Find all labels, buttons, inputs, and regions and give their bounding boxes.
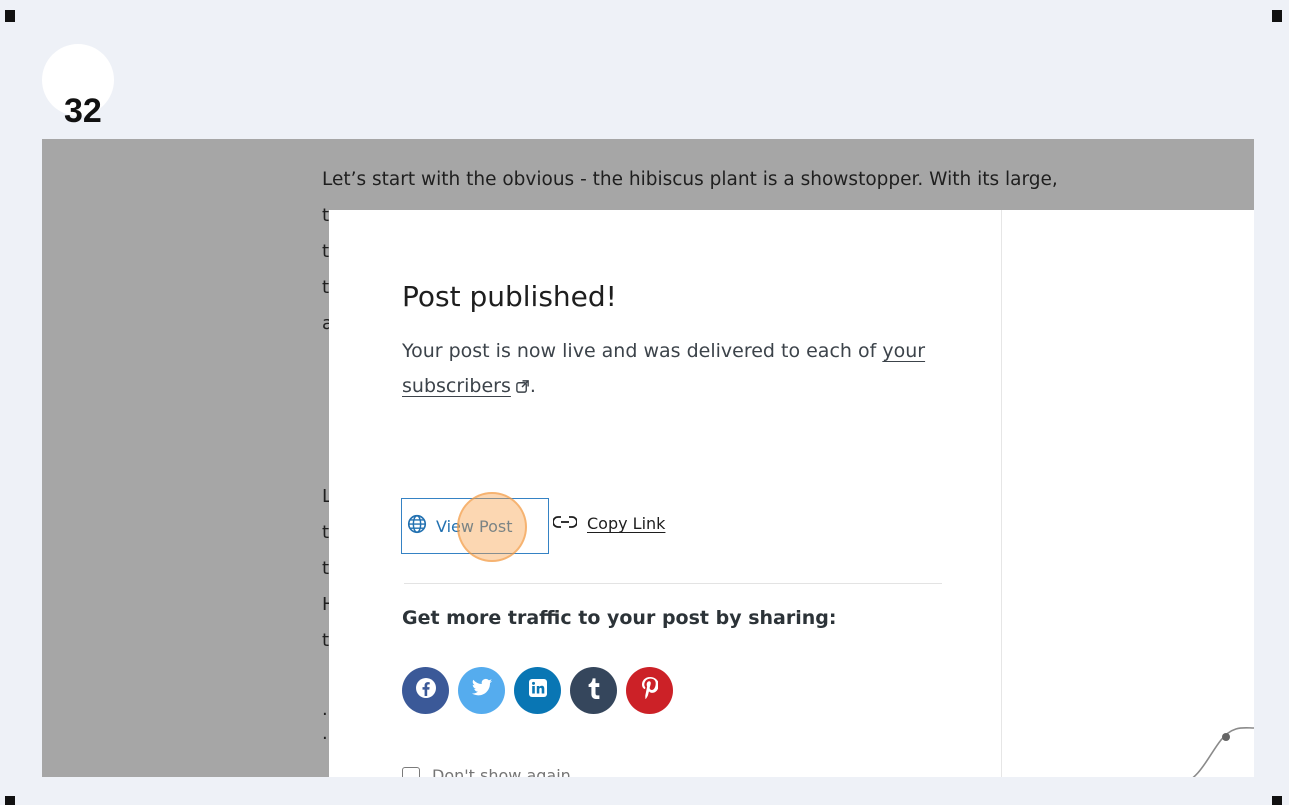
corner-mark-top-right [1272,10,1282,22]
share-heading: Get more traffic to your post by sharing… [402,607,837,629]
twitter-icon [471,678,493,704]
corner-mark-bottom-left [5,796,15,805]
corner-mark-top-left [5,10,15,22]
editor-screenshot: Let’s start with the obvious - the hibis… [42,139,1254,777]
view-post-button[interactable]: View Post [401,498,549,554]
globe-icon [406,513,428,539]
facebook-icon [414,676,438,706]
tumblr-share-button[interactable]: tumblr [570,667,617,714]
copy-link-button[interactable]: Copy Link [552,514,666,533]
facebook-share-button[interactable]: facebook [402,667,449,714]
article-line-start: t [322,241,330,262]
modal-message-end: . [529,375,536,397]
article-line-start: t [322,630,330,651]
decorative-illustration [1169,710,1254,777]
linkedin-share-button[interactable]: linkedin [514,667,561,714]
dont-show-again-row[interactable]: Don't show again [402,766,571,777]
modal-message-text: Your post is now live and was delivered … [402,340,877,362]
external-link-icon [515,371,530,406]
section-separator [404,583,942,584]
article-line-start: . [322,699,328,720]
article-line-start: t [322,205,330,226]
modal-title: Post published! [402,280,617,313]
twitter-share-button[interactable]: twitter [458,667,505,714]
pinterest-share-button[interactable]: pinterest [626,667,673,714]
link-icon [552,514,578,533]
view-post-label: View Post [436,516,513,536]
dont-show-again-checkbox[interactable] [402,766,420,777]
article-line-start: t [322,522,330,543]
social-share-buttons: facebook twitter linkedin tumblr [402,667,673,714]
modal-message: Your post is now live and was delivered … [402,334,962,406]
pinterest-icon [641,676,659,705]
modal-column-divider [1001,210,1002,777]
dont-show-again-label: Don't show again [432,766,571,777]
article-first-line: Let’s start with the obvious - the hibis… [322,169,1058,190]
article-line-start: t [322,277,330,298]
step-number: 32 [64,92,102,130]
tumblr-icon [587,677,601,705]
corner-mark-bottom-right [1272,796,1282,805]
article-line-start: . [322,723,328,744]
article-line-start: t [322,558,330,579]
copy-link-label: Copy Link [587,514,666,533]
linkedin-icon [528,678,547,703]
post-published-modal: Post published! Your post is now live an… [329,210,1254,777]
